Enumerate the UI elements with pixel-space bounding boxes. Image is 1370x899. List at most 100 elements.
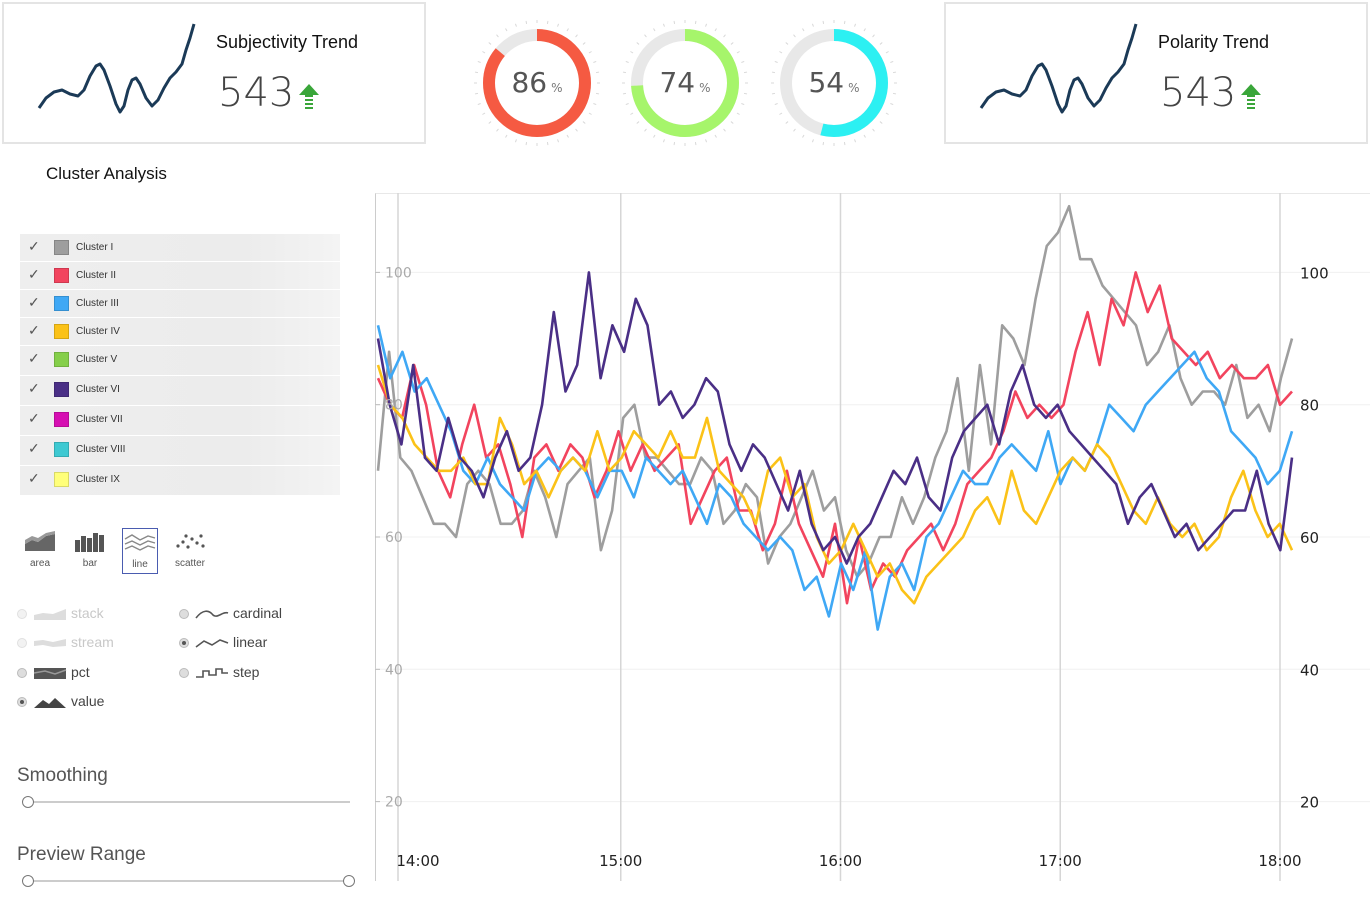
legend-label: Cluster VIII bbox=[76, 444, 126, 455]
stack-icon bbox=[34, 609, 66, 620]
gauge-tick bbox=[593, 60, 597, 63]
radio-button[interactable] bbox=[179, 638, 189, 648]
checkmark-icon[interactable]: ✓ bbox=[28, 294, 40, 311]
renderer-bar[interactable]: bar bbox=[72, 528, 108, 574]
gauge-tick bbox=[785, 121, 789, 124]
gauge-tick bbox=[673, 142, 676, 146]
checkmark-icon[interactable]: ✓ bbox=[28, 470, 40, 487]
kpi-value: 543 bbox=[1160, 70, 1237, 116]
linear-icon bbox=[195, 639, 229, 648]
gauge-tick bbox=[730, 42, 734, 45]
legend-item[interactable]: ✓ Cluster IV bbox=[20, 318, 340, 345]
legend-swatch bbox=[54, 324, 69, 339]
cardinal-icon bbox=[195, 610, 229, 619]
gauge-tick bbox=[488, 121, 492, 124]
checkmark-icon[interactable]: ✓ bbox=[28, 322, 40, 339]
kpi-title: Polarity Trend bbox=[1158, 32, 1270, 52]
gauge-tick bbox=[488, 42, 492, 45]
gauge-tick bbox=[662, 23, 665, 27]
gauge-tick bbox=[630, 51, 634, 54]
x-tick-label: 14:00 bbox=[396, 852, 439, 870]
legend-item[interactable]: ✓ Cluster II bbox=[20, 262, 340, 289]
gauge-tick bbox=[741, 103, 745, 106]
radio-button[interactable] bbox=[17, 697, 27, 707]
option-label: stream bbox=[71, 634, 114, 650]
gauge-tick bbox=[774, 103, 778, 106]
gauge-tick bbox=[885, 112, 889, 115]
checkmark-icon[interactable]: ✓ bbox=[28, 410, 40, 427]
series-line bbox=[376, 325, 1294, 631]
renderer-line[interactable]: line bbox=[122, 528, 158, 574]
gauge-tick bbox=[822, 142, 825, 146]
radio-button[interactable] bbox=[17, 609, 27, 619]
gauge-tick bbox=[872, 128, 875, 132]
checkmark-icon[interactable]: ✓ bbox=[28, 266, 40, 283]
y-tick-label: 40 bbox=[1300, 661, 1319, 679]
gauge-tick bbox=[793, 128, 796, 132]
gauge: 54% bbox=[771, 20, 897, 146]
smoothing-slider-track[interactable] bbox=[28, 801, 350, 803]
gauge-tick bbox=[477, 103, 481, 106]
gauge-tick bbox=[863, 28, 866, 32]
legend-item[interactable]: ✓ Cluster IX bbox=[20, 466, 340, 495]
gauge-tick bbox=[653, 134, 656, 138]
renderer-label: line bbox=[132, 559, 148, 570]
radio-button[interactable] bbox=[17, 668, 27, 678]
radio-button[interactable] bbox=[179, 609, 189, 619]
gauge-tick bbox=[644, 34, 647, 38]
y-tick-label-left: 40 bbox=[385, 662, 403, 678]
gauge-tick bbox=[566, 28, 569, 32]
legend-item[interactable]: ✓ Cluster V bbox=[20, 346, 340, 375]
checkmark-icon[interactable]: ✓ bbox=[28, 380, 40, 397]
smoothing-slider-handle[interactable] bbox=[22, 796, 34, 808]
legend-label: Cluster IV bbox=[76, 326, 120, 337]
gauge-tick bbox=[636, 121, 640, 124]
gauge-tick bbox=[593, 103, 597, 106]
x-tick-label: 17:00 bbox=[1039, 852, 1082, 870]
legend-item[interactable]: ✓ Cluster VII bbox=[20, 406, 340, 435]
preview-range-handle-end[interactable] bbox=[343, 875, 355, 887]
gauge-tick bbox=[802, 28, 805, 32]
gauge-tick bbox=[525, 20, 528, 24]
legend-item[interactable]: ✓ Cluster VI bbox=[20, 376, 340, 405]
y-tick-label: 80 bbox=[1300, 397, 1319, 415]
renderer-area[interactable]: area bbox=[22, 528, 58, 574]
gauge-tick bbox=[482, 112, 486, 115]
renderer-scatter[interactable]: scatter bbox=[172, 528, 208, 574]
legend-swatch bbox=[54, 240, 69, 255]
gauge-tick bbox=[505, 134, 508, 138]
gauge-tick bbox=[872, 34, 875, 38]
gauge-tick bbox=[811, 139, 814, 143]
checkmark-icon[interactable]: ✓ bbox=[28, 440, 40, 457]
gauge-tick bbox=[879, 42, 883, 45]
legend-item[interactable]: ✓ Cluster I bbox=[20, 234, 340, 261]
gauge-tick bbox=[673, 20, 676, 24]
gauge-tick bbox=[557, 23, 560, 27]
checkmark-icon[interactable]: ✓ bbox=[28, 238, 40, 255]
radio-button[interactable] bbox=[17, 638, 27, 648]
radio-button[interactable] bbox=[179, 668, 189, 678]
gauge-tick bbox=[779, 51, 783, 54]
gauge-tick bbox=[496, 128, 499, 132]
checkmark-icon[interactable]: ✓ bbox=[28, 350, 40, 367]
preview-range-slider-track[interactable] bbox=[28, 880, 350, 882]
gauge-tick bbox=[811, 23, 814, 27]
trend-up-icon bbox=[1241, 84, 1261, 109]
bar-chart-icon bbox=[75, 533, 104, 552]
cluster-line-chart[interactable]: 14:00 15:00 16:00 17:00 18:00 20 40 60 80 100 20 40… bbox=[375, 193, 1370, 893]
stream-icon bbox=[34, 639, 66, 647]
option-label: pct bbox=[71, 664, 90, 680]
polarity-trend-card: Polarity Trend 543 bbox=[944, 2, 1368, 144]
option-label: stack bbox=[71, 605, 104, 621]
legend-label: Cluster II bbox=[76, 270, 117, 281]
legend-item[interactable]: ✓ Cluster III bbox=[20, 290, 340, 317]
gauge-value: 74 bbox=[659, 66, 696, 99]
y-tick-label-left: 20 bbox=[385, 795, 403, 811]
line-chart-icon bbox=[124, 534, 156, 551]
option-label: step bbox=[233, 664, 260, 680]
renderer-label: bar bbox=[82, 558, 98, 569]
preview-range-handle-start[interactable] bbox=[22, 875, 34, 887]
gauge-tick bbox=[741, 60, 745, 63]
legend-item[interactable]: ✓ Cluster VIII bbox=[20, 436, 340, 465]
gauge-tick bbox=[890, 103, 894, 106]
